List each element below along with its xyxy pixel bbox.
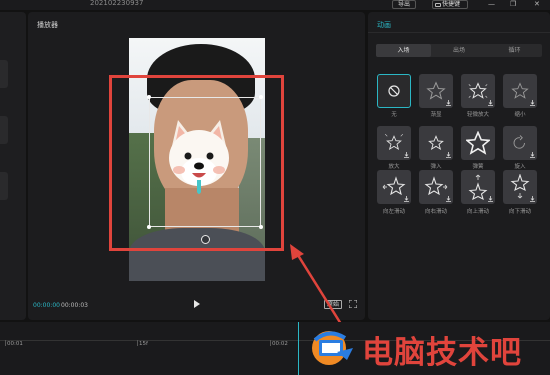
player-title: 播放器	[37, 21, 58, 29]
animation-item-label: 渐显	[430, 112, 442, 118]
watermark-text: 电脑技术吧	[362, 335, 522, 371]
download-icon	[446, 152, 451, 158]
download-icon	[530, 152, 535, 158]
animation-item-label: 缩小	[514, 112, 526, 118]
watermark-logo-icon	[312, 331, 353, 365]
none-icon	[388, 85, 400, 97]
divider	[368, 32, 550, 33]
animation-item-slide-right[interactable]	[419, 170, 453, 204]
animation-item-label: 向下滑动	[508, 209, 531, 215]
export-button[interactable]: 导出	[392, 0, 416, 9]
download-icon	[530, 100, 535, 106]
top-bar: 202102230937 导出 快捷键 — ❐ ✕	[0, 0, 550, 10]
animation-item-zoom[interactable]	[377, 126, 411, 160]
animation-item-none[interactable]	[377, 74, 411, 108]
animation-item-slide-left[interactable]	[377, 170, 411, 204]
spin-in-icon	[513, 135, 525, 149]
star-fade-icon	[426, 81, 446, 100]
ruler-tick-label: 00:01	[7, 341, 23, 347]
star-spring-icon	[466, 131, 490, 155]
ruler-tick-label: 00:02	[272, 341, 288, 347]
animation-item-label: 弹簧	[472, 164, 484, 170]
current-time: 00:00:00	[33, 302, 60, 309]
maximize-icon[interactable]: ❐	[510, 0, 516, 9]
total-time: 00:00:03	[61, 302, 88, 309]
animation-item-label: 旋入	[514, 164, 526, 170]
project-title: 202102230937	[90, 0, 144, 7]
tab-exit[interactable]: 出场	[431, 44, 487, 57]
slide-left-icon	[382, 176, 406, 196]
download-icon	[488, 196, 493, 202]
animation-item-slide-down[interactable]	[503, 170, 537, 204]
animation-panel: 动画 入场 出场 循环 无 渐显 轻微放大 缩小 放大 弹入 弹簧 旋入 向左滑…	[368, 12, 550, 320]
animation-item-pop[interactable]	[419, 126, 453, 160]
ruler-tick	[270, 340, 271, 346]
download-icon	[530, 196, 535, 202]
star-zoom-icon	[385, 134, 403, 150]
play-icon[interactable]	[194, 300, 200, 308]
slide-down-icon	[510, 174, 530, 199]
download-icon	[404, 196, 409, 202]
download-icon	[404, 152, 409, 158]
animation-item-shrink[interactable]	[503, 74, 537, 108]
animation-item-label: 向上滑动	[466, 209, 489, 215]
slide-right-icon	[424, 176, 448, 196]
keyboard-icon	[435, 2, 441, 7]
ruler-tick-label: 15f	[139, 341, 148, 347]
animation-item-label: 向左滑动	[382, 209, 405, 215]
tab-loop[interactable]: 循环	[487, 44, 542, 57]
playhead[interactable]	[298, 322, 299, 375]
slide-up-icon	[468, 174, 488, 200]
shortcut-label: 快捷键	[442, 1, 461, 8]
animation-item-label: 轻微放大	[466, 112, 489, 118]
download-icon	[446, 196, 451, 202]
minimize-icon[interactable]: —	[488, 0, 495, 9]
animation-item-slide-up[interactable]	[461, 170, 495, 204]
annotation-highlight-box	[109, 75, 284, 251]
animation-item-label: 无	[391, 112, 397, 118]
animation-item-label: 向右滑动	[424, 209, 447, 215]
star-shrink-icon	[511, 82, 529, 99]
ruler-tick	[137, 340, 138, 346]
media-thumbnail[interactable]	[0, 116, 8, 144]
download-icon	[446, 100, 451, 106]
media-thumbnail[interactable]	[0, 60, 8, 88]
download-icon	[488, 100, 493, 106]
ruler-tick	[5, 340, 6, 346]
left-media-panel	[0, 12, 26, 320]
animation-item-spin-in[interactable]	[503, 126, 537, 160]
media-thumbnail[interactable]	[0, 172, 8, 200]
animation-item-fade[interactable]	[419, 74, 453, 108]
close-icon[interactable]: ✕	[534, 0, 540, 9]
star-slight-zoom-icon	[468, 82, 488, 99]
animation-item-slight-zoom[interactable]	[461, 74, 495, 108]
animation-item-label: 放大	[388, 164, 400, 170]
animation-item-label: 弹入	[430, 164, 442, 170]
tab-enter[interactable]: 入场	[376, 44, 431, 57]
shortcut-button[interactable]: 快捷键	[432, 0, 468, 9]
animation-title: 动画	[377, 21, 391, 29]
animation-item-spring[interactable]	[461, 126, 495, 160]
star-pop-icon	[428, 135, 444, 151]
